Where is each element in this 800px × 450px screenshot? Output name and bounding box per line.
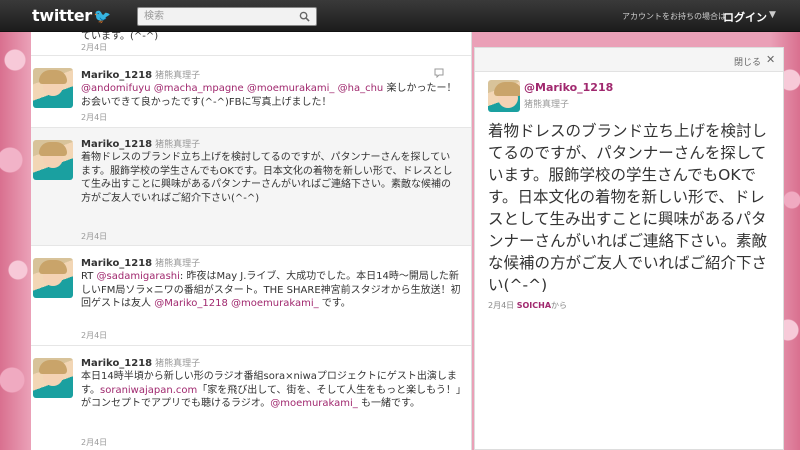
tweet-text-segment: も一緒です。: [357, 398, 420, 409]
screen-name[interactable]: Mariko_1218: [81, 139, 152, 150]
login-button[interactable]: ログイン: [723, 9, 767, 25]
tweet-date[interactable]: 2月4日: [81, 231, 107, 242]
mention-link[interactable]: @moemurakami_: [270, 398, 358, 409]
mention-link[interactable]: @ha_chu: [338, 83, 384, 94]
real-name: 猪熊真理子: [155, 140, 201, 150]
detail-meta: 2月4日 SOICHAから: [488, 300, 567, 311]
chevron-down-icon[interactable]: ▼: [769, 10, 776, 20]
detail-screen-name[interactable]: @Mariko_1218: [524, 81, 613, 94]
close-icon[interactable]: ✕: [766, 53, 775, 66]
avatar[interactable]: [33, 140, 73, 180]
tweet-date[interactable]: 2月4日: [81, 437, 107, 448]
search-input[interactable]: 検索: [137, 7, 317, 26]
tweet-text: @andomifuyu @macha_mpagne @moemurakami_ …: [81, 82, 461, 109]
avatar[interactable]: [33, 358, 73, 398]
tweet-selected[interactable]: Mariko_1218 猪熊真理子 着物ドレスのブランド立ち上げを検討してるのです…: [31, 128, 471, 246]
detail-real-name: 猪熊真理子: [524, 100, 570, 110]
tweet-text: 着物ドレスのブランド立ち上げを検討してるのですが、パタンナーさんを探しています。…: [81, 151, 456, 205]
tweet-date[interactable]: 2月4日: [81, 112, 107, 123]
close-button[interactable]: 閉じる: [734, 55, 761, 68]
detail-date[interactable]: 2月4日: [488, 301, 514, 310]
tweet-header: Mariko_1218 猪熊真理子: [81, 256, 200, 269]
tweet-text: RT @sadamigarashi: 昨夜はMay J.ライブ、大成功でした。本…: [81, 270, 461, 311]
mention-link[interactable]: @moemurakami_: [247, 83, 335, 94]
tweet-date[interactable]: 2月4日: [81, 42, 107, 53]
detail-source[interactable]: SOICHA: [517, 301, 551, 310]
tweet[interactable]: Mariko_1218 猪熊真理子 RT @sadamigarashi: 昨夜はM…: [31, 246, 471, 346]
tweet-header: Mariko_1218 猪熊真理子: [81, 137, 200, 150]
tweet-text-segment: RT: [81, 271, 97, 282]
tweet[interactable]: Mariko_1218 猪熊真理子 本日14時半頃から新しい形のラジオ番組sora…: [31, 346, 471, 450]
real-name: 猪熊真理子: [155, 359, 201, 369]
screen-name[interactable]: Mariko_1218: [81, 70, 152, 81]
search-icon[interactable]: [299, 11, 310, 22]
twitter-logo[interactable]: twitter 🐦: [32, 6, 111, 25]
screen-name[interactable]: Mariko_1218: [81, 258, 152, 269]
mention-link[interactable]: @macha_mpagne: [154, 83, 244, 94]
avatar[interactable]: [33, 68, 73, 108]
avatar[interactable]: [33, 258, 73, 298]
timeline: ています。(^-^) 2月4日 Mariko_1218 猪熊真理子 @andomi…: [31, 32, 472, 450]
top-bar: twitter 🐦 検索 アカウントをお持ちの場合は ログイン ▼: [0, 0, 800, 32]
mention-link[interactable]: @sadamigarashi: [97, 271, 180, 282]
detail-header: 閉じる ✕: [475, 48, 783, 72]
tweet-text-segment: です。: [318, 298, 351, 309]
real-name: 猪熊真理子: [155, 71, 201, 81]
real-name: 猪熊真理子: [155, 259, 201, 269]
mention-link[interactable]: @andomifuyu: [81, 83, 151, 94]
avatar[interactable]: [488, 80, 520, 112]
detail-source-suffix: から: [551, 301, 568, 310]
mention-link[interactable]: soraniwajapan.com: [100, 385, 197, 396]
tweet-header: Mariko_1218 猪熊真理子: [81, 68, 200, 81]
bird-icon: 🐦: [93, 9, 111, 25]
tweet-detail-panel: 閉じる ✕ @Mariko_1218 猪熊真理子 着物ドレスのブランド立ち上げを…: [474, 47, 784, 450]
tweet-date[interactable]: 2月4日: [81, 330, 107, 341]
account-hint: アカウントをお持ちの場合は: [622, 12, 726, 21]
detail-tweet-text: 着物ドレスのブランド立ち上げを検討してるのですが、パタンナーさんを探しています。…: [488, 122, 768, 294]
search-placeholder: 検索: [144, 11, 164, 22]
tweet-text-segment: 着物ドレスのブランド立ち上げを検討してるのですが、パタンナーさんを探しています。…: [81, 152, 453, 204]
tweet-header: Mariko_1218 猪熊真理子: [81, 356, 200, 369]
logo-text: twitter: [32, 6, 92, 25]
tweet[interactable]: Mariko_1218 猪熊真理子 @andomifuyu @macha_mpag…: [31, 56, 471, 128]
tweet-fragment[interactable]: ています。(^-^) 2月4日: [31, 32, 471, 56]
reply-icon[interactable]: [434, 68, 444, 78]
screen-name[interactable]: Mariko_1218: [81, 358, 152, 369]
mention-link[interactable]: @Mariko_1218: [154, 298, 228, 309]
mention-link[interactable]: @moemurakami_: [231, 298, 319, 309]
tweet-text: ています。(^-^): [81, 32, 159, 42]
tweet-text: 本日14時半頃から新しい形のラジオ番組sora×niwaプロジェクトにゲスト出演…: [81, 370, 461, 411]
